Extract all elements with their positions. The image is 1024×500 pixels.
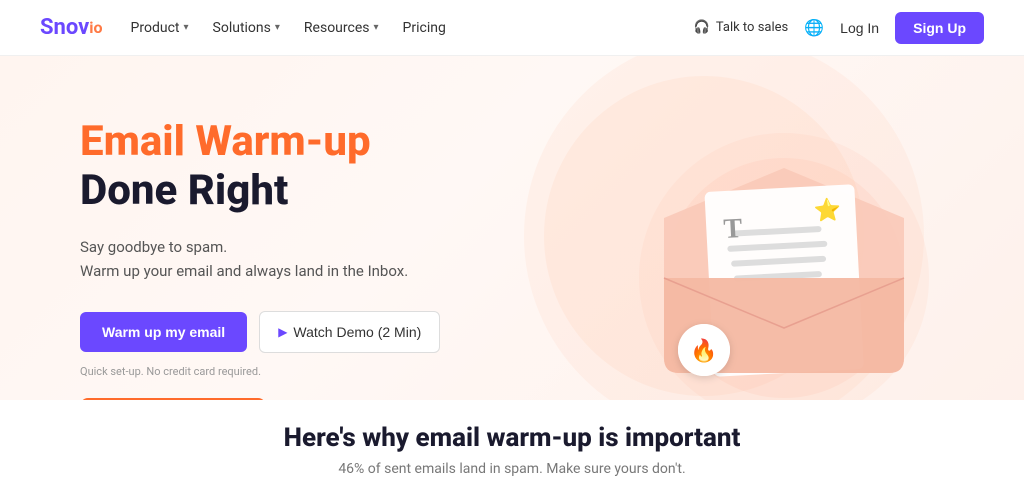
why-subtitle: 46% of sent emails land in spam. Make su… [338,461,685,477]
nav-solutions[interactable]: Solutions ▾ [213,20,280,36]
chevron-down-icon: ▾ [374,22,379,33]
signup-button[interactable]: Sign Up [895,12,984,44]
nav-product[interactable]: Product ▾ [131,20,189,36]
watch-demo-button[interactable]: ▶ Watch Demo (2 Min) [259,311,440,353]
chevron-down-icon: ▾ [184,22,189,33]
chevron-down-icon: ▾ [275,22,280,33]
login-button[interactable]: Log In [840,20,879,36]
nav-pricing[interactable]: Pricing [403,20,446,36]
why-title: Here's why email warm-up is important [284,423,741,453]
nav-right: 🎧 Talk to sales 🌐 Log In Sign Up [694,12,984,44]
nav-links: Product ▾ Solutions ▾ Resources ▾ Pricin… [131,20,446,36]
logo-text: Snov [40,15,89,40]
why-section: Here's why email warm-up is important 46… [0,400,1024,500]
talk-sales-link[interactable]: 🎧 Talk to sales [694,20,789,35]
svg-text:🔥: 🔥 [690,338,717,364]
play-icon: ▶ [278,325,287,339]
talk-sales-text: Talk to sales [716,20,788,35]
hero-illustration: T ⭐ 🔥 [604,128,964,428]
logo-io: io [89,18,102,37]
nav-left: Snovio Product ▾ Solutions ▾ Resources ▾… [40,15,446,40]
warm-up-button[interactable]: Warm up my email [80,312,247,352]
svg-text:T: T [723,213,744,245]
headset-icon: 🎧 [694,20,710,35]
navbar: Snovio Product ▾ Solutions ▾ Resources ▾… [0,0,1024,56]
svg-text:⭐: ⭐ [813,197,842,224]
nav-resources[interactable]: Resources ▾ [304,20,379,36]
language-selector[interactable]: 🌐 [804,18,824,38]
logo[interactable]: Snovio [40,15,103,40]
